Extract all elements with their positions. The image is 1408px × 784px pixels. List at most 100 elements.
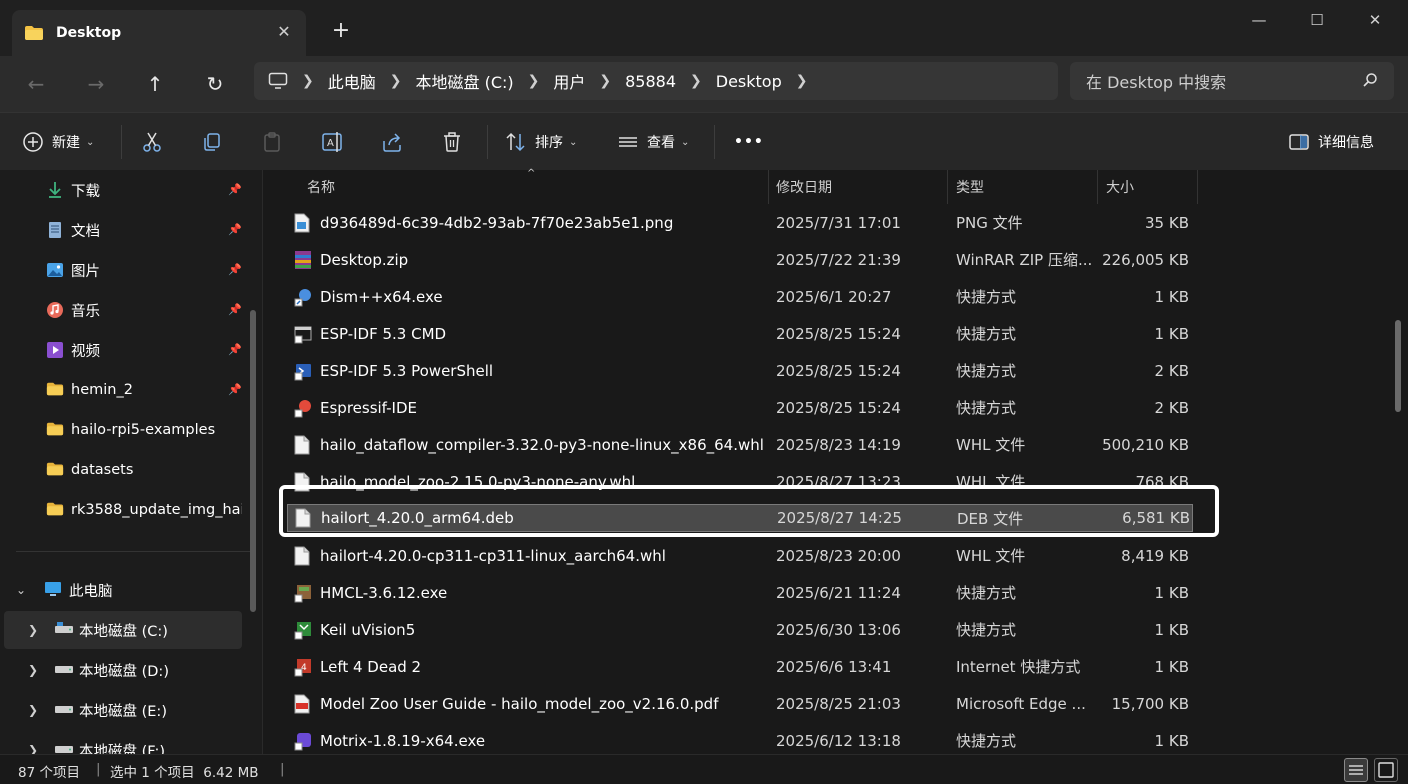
file-type: WHL 文件 <box>956 436 1026 454</box>
chevron-down-icon[interactable]: ⌄ <box>16 583 34 597</box>
sidebar-item-folder[interactable]: datasets <box>4 451 242 489</box>
breadcrumb-drive-c[interactable]: 本地磁盘 (C:) <box>415 69 513 93</box>
column-header-size[interactable]: 大小 <box>1098 170 1198 204</box>
sidebar-item-label: 此电脑 <box>69 583 113 600</box>
new-button[interactable]: 新建 ⌄ <box>22 126 94 158</box>
chevron-right-icon[interactable]: ❯ <box>28 703 44 717</box>
chevron-right-icon[interactable]: ❯ <box>28 743 44 754</box>
video-icon <box>46 341 64 359</box>
file-name: Keil uVision5 <box>320 620 416 639</box>
search-icon[interactable] <box>1362 72 1378 88</box>
chevron-right-icon[interactable]: ❯ <box>528 73 540 89</box>
search-box[interactable]: 在 Desktop 中搜索 <box>1070 62 1394 100</box>
sidebar-item-drive-c[interactable]: ❯ 本地磁盘 (C:) <box>4 611 242 649</box>
tiles-view-button[interactable] <box>1374 758 1398 782</box>
table-row[interactable]: Dism++x64.exe 2025/6/1 20:27 快捷方式 1 KB <box>287 278 1193 315</box>
breadcrumb-user[interactable]: 85884 <box>625 72 676 91</box>
file-size: 1 KB <box>1154 657 1189 676</box>
chevron-right-icon[interactable]: ❯ <box>690 73 702 89</box>
sort-button[interactable]: 排序 ⌄ <box>505 126 577 158</box>
sidebar-item-folder[interactable]: hailo-rpi5-examples <box>4 411 242 449</box>
table-row[interactable]: HMCL-3.6.12.exe 2025/6/21 11:24 快捷方式 1 KB <box>287 574 1193 611</box>
column-header-type[interactable]: 类型 <box>948 170 1098 204</box>
chevron-right-icon[interactable]: ❯ <box>28 663 44 677</box>
sidebar-item-pictures[interactable]: 图片 📌 <box>4 251 242 289</box>
sidebar-item-this-pc[interactable]: ⌄ 此电脑 <box>4 571 242 609</box>
chevron-right-icon[interactable]: ❯ <box>28 623 44 637</box>
table-row[interactable]: ESP-IDF 5.3 CMD 2025/8/25 15:24 快捷方式 1 KB <box>287 315 1193 352</box>
pin-icon[interactable]: 📌 <box>228 223 242 237</box>
table-row[interactable]: d936489d-6c39-4db2-93ab-7f70e23ab5e1.png… <box>287 204 1193 241</box>
computer-icon <box>268 72 288 90</box>
file-size: 1 KB <box>1154 583 1189 602</box>
view-label: 查看 <box>647 135 675 151</box>
sidebar-item-videos[interactable]: 视频 📌 <box>4 331 242 369</box>
sidebar-item-drive-f[interactable]: ❯ 本地磁盘 (F:) <box>4 731 242 754</box>
breadcrumb-users[interactable]: 用户 <box>553 69 585 93</box>
view-button[interactable]: 查看 ⌄ <box>617 126 689 158</box>
file-date: 2025/8/25 15:24 <box>776 361 901 380</box>
share-button[interactable] <box>381 126 403 158</box>
column-header-date[interactable]: 修改日期 <box>768 170 948 204</box>
breadcrumb-this-pc[interactable]: 此电脑 <box>328 69 376 93</box>
back-button[interactable]: ← <box>20 68 52 100</box>
sidebar-item-folder[interactable]: rk3588_update_img_hail <box>4 491 242 529</box>
table-row[interactable]: ESP-IDF 5.3 PowerShell 2025/8/25 15:24 快捷方… <box>287 352 1193 389</box>
table-row[interactable]: Desktop.zip 2025/7/22 21:39 WinRAR ZIP 压缩.… <box>287 241 1193 278</box>
sidebar-item-drive-e[interactable]: ❯ 本地磁盘 (E:) <box>4 691 242 729</box>
copy-button[interactable] <box>201 126 223 158</box>
pin-icon[interactable]: 📌 <box>228 383 242 397</box>
pin-icon[interactable]: 📌 <box>228 343 242 357</box>
file-list-scrollbar[interactable] <box>1395 320 1401 412</box>
tiles-view-icon <box>1378 762 1394 778</box>
address-bar[interactable]: ❯ 此电脑 ❯ 本地磁盘 (C:) ❯ 用户 ❯ 85884 ❯ Desktop… <box>254 62 1058 100</box>
sidebar-item-label: hemin_2 <box>71 382 133 398</box>
breadcrumb-desktop[interactable]: Desktop <box>716 72 782 91</box>
details-view-button[interactable] <box>1344 758 1368 782</box>
sidebar-item-label: 本地磁盘 (C:) <box>79 623 168 640</box>
sidebar-item-downloads[interactable]: 下载 📌 <box>4 171 242 209</box>
chevron-right-icon[interactable]: ❯ <box>302 73 314 89</box>
table-row[interactable]: Espressif-IDE 2025/8/25 15:24 快捷方式 2 KB <box>287 389 1193 426</box>
file-date: 2025/6/6 13:41 <box>776 657 892 676</box>
search-input[interactable]: 在 Desktop 中搜索 <box>1086 69 1226 93</box>
chevron-right-icon[interactable]: ❯ <box>390 73 402 89</box>
more-options-button[interactable]: ••• <box>734 126 764 158</box>
maximize-button[interactable]: ☐ <box>1294 6 1340 34</box>
sidebar-item-folder[interactable]: hemin_2 📌 <box>4 371 242 409</box>
sidebar-item-drive-d[interactable]: ❯ 本地磁盘 (D:) <box>4 651 242 689</box>
up-button[interactable]: ↑ <box>139 68 171 100</box>
file-icon <box>294 435 312 455</box>
cut-button[interactable] <box>141 126 163 158</box>
column-header-name[interactable]: 名称 <box>299 170 769 204</box>
pin-icon[interactable]: 📌 <box>228 183 242 197</box>
file-date: 2025/8/25 21:03 <box>776 694 901 713</box>
file-name: hailort-4.20.0-cp311-cp311-linux_aarch64… <box>320 546 666 565</box>
close-tab-icon[interactable]: ✕ <box>274 22 294 42</box>
sidebar-scrollbar[interactable] <box>250 310 256 612</box>
refresh-button[interactable]: ↻ <box>199 68 231 100</box>
new-tab-button[interactable]: + <box>328 18 354 44</box>
details-pane-button[interactable]: 详细信息 <box>1288 126 1374 158</box>
table-row[interactable]: hailort-4.20.0-cp311-cp311-linux_aarch64… <box>287 537 1193 574</box>
sidebar-item-music[interactable]: 音乐 📌 <box>4 291 242 329</box>
delete-button[interactable] <box>441 126 463 158</box>
pin-icon[interactable]: 📌 <box>228 303 242 317</box>
tab-desktop[interactable]: Desktop ✕ <box>12 10 306 56</box>
sidebar-item-documents[interactable]: 文档 📌 <box>4 211 242 249</box>
title-bar: Desktop ✕ + — ☐ ✕ <box>0 0 1408 56</box>
table-row[interactable]: Keil uVision5 2025/6/30 13:06 快捷方式 1 KB <box>287 611 1193 648</box>
table-row[interactable]: hailo_dataflow_compiler-3.32.0-py3-none-… <box>287 426 1193 463</box>
table-row[interactable]: Model Zoo User Guide - hailo_model_zoo_v… <box>287 685 1193 722</box>
chevron-right-icon[interactable]: ❯ <box>599 73 611 89</box>
minimize-button[interactable]: — <box>1236 6 1282 34</box>
close-window-button[interactable]: ✕ <box>1352 6 1398 34</box>
pin-icon[interactable]: 📌 <box>228 263 242 277</box>
forward-button[interactable]: → <box>80 68 112 100</box>
drive-icon <box>54 661 73 679</box>
paste-button[interactable] <box>261 126 283 158</box>
chevron-right-icon[interactable]: ❯ <box>796 73 808 89</box>
hmcl-icon <box>294 583 312 603</box>
table-row[interactable]: 4 Left 4 Dead 2 2025/6/6 13:41 Internet 快捷方… <box>287 648 1193 685</box>
rename-button[interactable]: A <box>321 126 345 158</box>
